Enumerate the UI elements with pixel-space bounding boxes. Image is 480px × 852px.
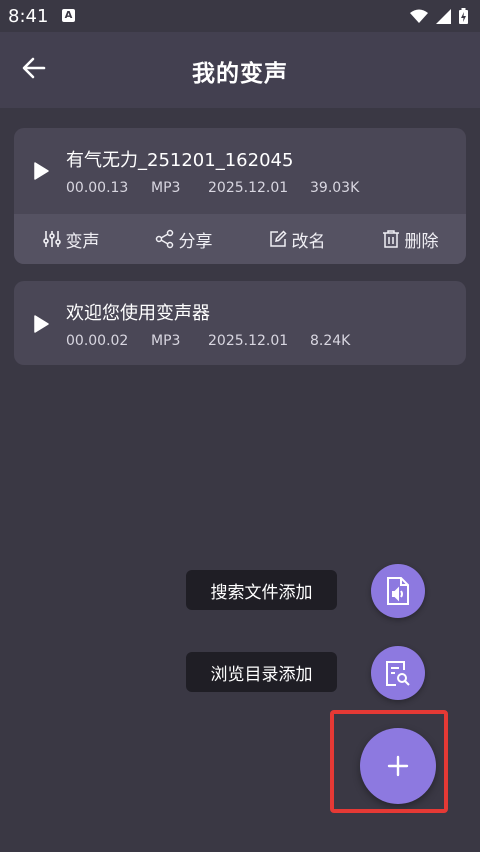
recording-actions: 变声 分享 改名 删除 — [14, 214, 466, 264]
recording-date: 2025.12.01 — [208, 333, 289, 349]
recording-format: MP3 — [151, 333, 181, 349]
play-icon — [34, 315, 49, 333]
system-icons — [410, 8, 468, 24]
voice-change-label: 变声 — [65, 231, 100, 252]
search-files-label[interactable]: 搜索文件添加 — [186, 570, 337, 610]
recording-size: 8.24K — [310, 333, 351, 349]
notification-a-icon: A — [62, 9, 75, 22]
delete-label: 删除 — [404, 231, 439, 252]
trash-icon — [382, 230, 399, 248]
wifi-icon — [410, 9, 428, 23]
recording-duration: 00.00.13 — [66, 180, 129, 196]
file-search-icon — [386, 661, 410, 686]
play-button[interactable] — [32, 162, 50, 180]
recording-duration: 00.00.02 — [66, 333, 129, 349]
equalizer-icon — [42, 231, 61, 247]
signal-icon — [436, 8, 451, 24]
search-files-button[interactable] — [371, 564, 425, 618]
play-icon — [34, 162, 49, 180]
recording-size: 39.03K — [310, 180, 360, 196]
share-icon — [155, 229, 173, 249]
highlight-box — [330, 710, 448, 813]
battery-icon — [459, 8, 468, 24]
recording-date: 2025.12.01 — [208, 180, 289, 196]
recording-name: 欢迎您使用变声器 — [66, 303, 210, 324]
browse-dir-label[interactable]: 浏览目录添加 — [186, 652, 337, 692]
recording-format: MP3 — [151, 180, 181, 196]
app-header: 我的变声 — [0, 32, 480, 108]
voice-change-button[interactable]: 变声 — [14, 214, 127, 264]
edit-icon — [269, 230, 287, 247]
status-bar: 8:41 A — [0, 0, 480, 32]
play-button[interactable] — [32, 315, 50, 333]
recording-card[interactable]: 有气无力_251201_162045 00.00.13 MP3 2025.12.… — [14, 128, 466, 264]
status-time: 8:41 — [8, 6, 49, 27]
rename-button[interactable]: 改名 — [240, 214, 353, 264]
recording-card[interactable]: 欢迎您使用变声器 00.00.02 MP3 2025.12.01 8.24K — [14, 281, 466, 365]
share-button[interactable]: 分享 — [127, 214, 240, 264]
browse-dir-button[interactable] — [371, 646, 425, 700]
share-label: 分享 — [178, 231, 213, 252]
audio-file-icon — [387, 577, 409, 605]
delete-button[interactable]: 删除 — [353, 214, 466, 264]
page-title: 我的变声 — [192, 61, 288, 87]
rename-label: 改名 — [291, 231, 326, 252]
recording-name: 有气无力_251201_162045 — [66, 150, 294, 171]
